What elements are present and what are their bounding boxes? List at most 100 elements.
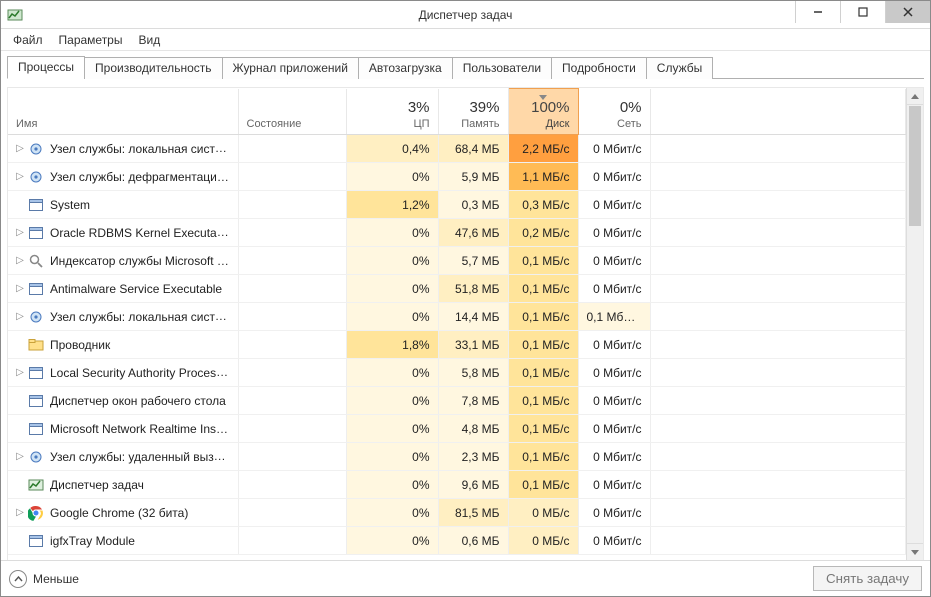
disk-cell: 0,1 МБ/с [508,387,578,415]
process-name-cell[interactable]: Проводник [8,331,238,359]
scroll-thumb[interactable] [909,106,921,226]
disk-cell: 0 МБ/с [508,527,578,555]
maximize-button[interactable] [840,1,885,23]
fewer-details-label: Меньше [33,572,79,586]
close-button[interactable] [885,1,930,23]
col-cpu[interactable]: 3%ЦП [346,89,438,135]
process-name-cell[interactable]: ▷ Local Security Authority Process… [8,359,238,387]
process-name-cell[interactable]: Microsoft Network Realtime Ins… [8,415,238,443]
process-name-label: Узел службы: локальная систе… [50,141,234,156]
table-row[interactable]: ▷Узел службы: дефрагментаци…0%5,9 МБ1,1 … [8,163,906,191]
state-cell [238,415,346,443]
fewer-details-button[interactable]: Меньше [9,570,79,588]
process-name-cell[interactable]: ▷Antimalware Service Executable [8,275,238,303]
vertical-scrollbar[interactable] [906,88,923,560]
col-memory[interactable]: 39%Память [438,89,508,135]
process-name-label: Local Security Authority Process… [50,365,234,380]
footer: Меньше Снять задачу [1,560,930,596]
end-task-button[interactable]: Снять задачу [813,566,922,591]
process-name-cell[interactable]: ▷Узел службы: локальная систе… [8,303,238,331]
process-name-cell[interactable]: ▷Узел службы: дефрагментаци… [8,163,238,191]
network-cell: 0 Мбит/с [578,331,650,359]
process-name-cell[interactable]: ▷ Google Chrome (32 бита) [8,499,238,527]
table-row[interactable]: ▷Узел службы: удаленный вызо…0%2,3 МБ0,1… [8,443,906,471]
state-cell [238,527,346,555]
process-name-label: Google Chrome (32 бита) [50,506,188,520]
col-name[interactable]: Имя [8,89,238,135]
scroll-down-button[interactable] [907,543,923,560]
process-name-cell[interactable]: Диспетчер задач [8,471,238,499]
table-row[interactable]: ▷Индексатор службы Microsoft …0%5,7 МБ0,… [8,247,906,275]
network-cell: 0 Мбит/с [578,275,650,303]
expand-icon[interactable]: ▷ [14,311,26,323]
cpu-cell: 1,2% [346,191,438,219]
tab-performance[interactable]: Производительность [84,57,222,79]
table-row[interactable]: ▷Oracle RDBMS Kernel Executable0%47,6 МБ… [8,219,906,247]
table-row[interactable]: Диспетчер задач0%9,6 МБ0,1 МБ/с0 Мбит/с [8,471,906,499]
spacer-cell [650,163,906,191]
disk-cell: 0,1 МБ/с [508,303,578,331]
process-icon [28,337,44,353]
table-row[interactable]: ▷Local Security Authority Process…0%5,8 … [8,359,906,387]
expand-icon[interactable]: ▷ [14,451,26,463]
app-icon [7,7,23,23]
col-disk[interactable]: 100%Диск [508,89,578,135]
expand-icon[interactable]: ▷ [14,143,26,155]
spacer-cell [650,415,906,443]
cpu-cell: 0% [346,499,438,527]
disk-cell: 0,1 МБ/с [508,415,578,443]
tab-services[interactable]: Службы [646,57,713,79]
expand-icon[interactable]: ▷ [14,283,26,295]
network-cell: 0 Мбит/с [578,415,650,443]
process-name-cell[interactable]: ▷Oracle RDBMS Kernel Executable [8,219,238,247]
tab-users[interactable]: Пользователи [452,57,552,79]
process-list-area: Имя Состояние 3%ЦП 39%Память 100%Диск 0%… [7,87,924,560]
process-name-cell[interactable]: System [8,191,238,219]
expand-icon[interactable]: ▷ [14,507,26,519]
expand-spacer [14,395,26,407]
process-name-cell[interactable]: Диспетчер окон рабочего стола [8,387,238,415]
memory-cell: 4,8 МБ [438,415,508,443]
network-cell: 0 Мбит/с [578,219,650,247]
process-name-cell[interactable]: ▷ Узел службы: локальная систе… [8,135,238,163]
process-icon [28,197,44,213]
expand-spacer [14,423,26,435]
spacer-cell [650,443,906,471]
table-row[interactable]: Диспетчер окон рабочего стола0%7,8 МБ0,1… [8,387,906,415]
table-row[interactable]: Проводник1,8%33,1 МБ0,1 МБ/с0 Мбит/с [8,331,906,359]
table-row[interactable]: ▷Google Chrome (32 бита)0%81,5 МБ0 МБ/с0… [8,499,906,527]
process-name-cell[interactable]: ▷Узел службы: удаленный вызо… [8,443,238,471]
tab-details[interactable]: Подробности [551,57,647,79]
cpu-cell: 0,4% [346,135,438,163]
state-cell [238,135,346,163]
memory-cell: 81,5 МБ [438,499,508,527]
table-row[interactable]: System1,2%0,3 МБ0,3 МБ/с0 Мбит/с [8,191,906,219]
process-name-cell[interactable]: ▷Индексатор службы Microsoft … [8,247,238,275]
disk-cell: 2,2 МБ/с [508,135,578,163]
expand-icon[interactable]: ▷ [14,367,26,379]
menu-view[interactable]: Вид [130,31,168,49]
menu-options[interactable]: Параметры [51,31,131,49]
expand-icon[interactable]: ▷ [14,171,26,183]
tab-app-history[interactable]: Журнал приложений [222,57,359,79]
window-controls [795,1,930,23]
scroll-up-button[interactable] [907,88,923,105]
table-row[interactable]: igfxTray Module0%0,6 МБ0 МБ/с0 Мбит/с [8,527,906,555]
col-state[interactable]: Состояние [238,89,346,135]
table-row[interactable]: ▷Узел службы: локальная систе…0%14,4 МБ0… [8,303,906,331]
table-row[interactable]: ▷Antimalware Service Executable0%51,8 МБ… [8,275,906,303]
cpu-cell: 0% [346,415,438,443]
table-row[interactable]: Microsoft Network Realtime Ins…0%4,8 МБ0… [8,415,906,443]
tab-processes[interactable]: Процессы [7,56,85,79]
tab-startup[interactable]: Автозагрузка [358,57,453,79]
menu-file[interactable]: Файл [5,31,51,49]
network-cell: 0,1 Мбит/с [578,303,650,331]
process-name-cell[interactable]: igfxTray Module [8,527,238,555]
expand-icon[interactable]: ▷ [14,227,26,239]
minimize-button[interactable] [795,1,840,23]
col-network[interactable]: 0%Сеть [578,89,650,135]
menubar: Файл Параметры Вид [1,29,930,51]
disk-cell: 0,1 МБ/с [508,275,578,303]
expand-icon[interactable]: ▷ [14,255,26,267]
table-row[interactable]: ▷Узел службы: локальная систе…0,4%68,4 М… [8,135,906,163]
